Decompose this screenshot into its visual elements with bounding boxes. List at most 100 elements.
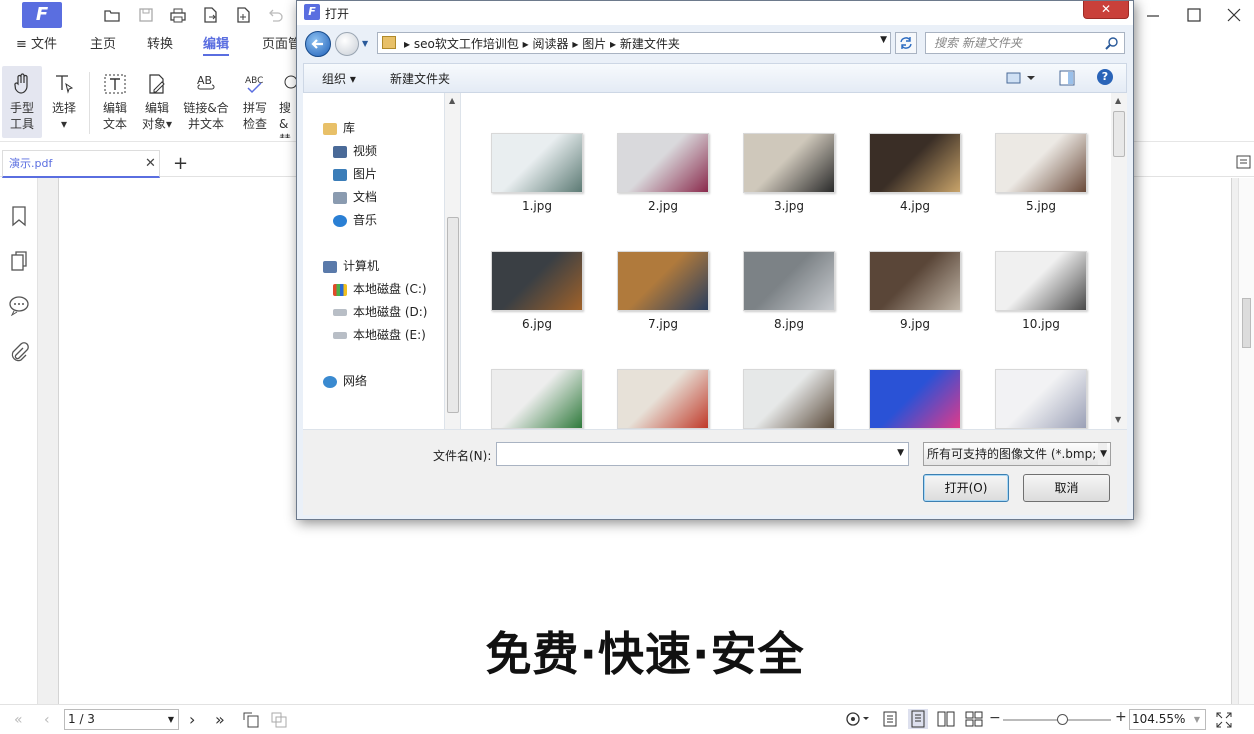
tab-convert[interactable]: 转换 xyxy=(147,36,173,56)
new-folder-button[interactable]: 新建文件夹 xyxy=(390,70,450,87)
file-item[interactable]: 10.jpg xyxy=(981,251,1101,331)
back-button[interactable] xyxy=(305,31,331,57)
organize-menu[interactable]: 组织 ▾ xyxy=(322,70,356,87)
edit-text-button[interactable]: 编辑 文本 xyxy=(97,68,133,138)
pages-icon[interactable] xyxy=(9,250,29,272)
scrollbar-thumb[interactable] xyxy=(1113,111,1125,157)
nav-item-documents[interactable]: 文档 xyxy=(333,186,377,208)
spell-check-button[interactable]: ABC 拼写 检查 xyxy=(237,68,273,138)
read-mode-icon[interactable] xyxy=(846,712,870,726)
save-icon[interactable] xyxy=(137,6,155,24)
chevron-down-icon[interactable]: ▼ xyxy=(897,448,904,458)
scroll-up-icon[interactable]: ▲ xyxy=(449,96,455,105)
scrollbar-thumb[interactable] xyxy=(447,217,459,413)
file-item[interactable]: 2.jpg xyxy=(603,133,723,213)
maximize-icon[interactable] xyxy=(1182,4,1206,26)
select-button[interactable]: 选择 ▾ xyxy=(46,68,82,138)
panel-toggle-icon[interactable] xyxy=(1236,154,1252,170)
first-page-icon[interactable]: « xyxy=(14,712,23,728)
link-merge-text-button[interactable]: AB 链接&合 并文本 xyxy=(181,68,231,138)
nav-drive-e[interactable]: 本地磁盘 (E:) xyxy=(333,324,426,346)
scrollbar-thumb[interactable] xyxy=(1242,298,1251,348)
crumb-1[interactable]: seo软文工作培训包 xyxy=(414,37,519,51)
document-tab[interactable]: 演示.pdf ✕ xyxy=(2,150,160,178)
page-number-input[interactable]: 1 / 3 ▼ xyxy=(64,709,179,730)
filename-input[interactable]: ▼ xyxy=(496,442,909,466)
tab-file[interactable]: ≡ 文件 xyxy=(16,36,57,56)
forward-button[interactable] xyxy=(335,32,359,56)
new-tab-button[interactable]: + xyxy=(173,153,188,174)
file-item[interactable]: 9.jpg xyxy=(855,251,975,331)
nav-drive-c[interactable]: 本地磁盘 (C:) xyxy=(333,278,427,300)
file-item[interactable]: 7.jpg xyxy=(603,251,723,331)
nav-drive-d[interactable]: 本地磁盘 (D:) xyxy=(333,301,427,323)
tab-edit[interactable]: 编辑 xyxy=(203,36,230,56)
nav-item-pictures[interactable]: 图片 xyxy=(333,163,377,185)
search-input[interactable]: 搜索 新建文件夹 xyxy=(925,32,1125,54)
nav-item-music[interactable]: 音乐 xyxy=(333,209,377,231)
fullscreen-icon[interactable] xyxy=(1216,712,1232,728)
file-item[interactable] xyxy=(603,369,723,429)
open-button[interactable]: 打开(O) xyxy=(923,474,1009,502)
extract-page-icon[interactable] xyxy=(271,712,287,728)
two-page-continuous-icon[interactable] xyxy=(965,711,983,727)
rotate-page-icon[interactable] xyxy=(243,712,259,728)
file-list-scrollbar[interactable]: ▲ ▼ xyxy=(1111,93,1127,429)
chevron-down-icon[interactable]: ▼ xyxy=(880,35,887,45)
search-icon[interactable] xyxy=(1105,36,1119,50)
zoom-in-icon[interactable]: + xyxy=(1115,709,1127,725)
file-item[interactable]: 1.jpg xyxy=(477,133,597,213)
comment-icon[interactable] xyxy=(8,294,30,316)
crumb-4[interactable]: 新建文件夹 xyxy=(620,37,680,51)
file-type-select[interactable]: 所有可支持的图像文件 (*.bmp; ▼ xyxy=(923,442,1111,466)
attachment-icon[interactable] xyxy=(9,341,29,363)
refresh-icon[interactable] xyxy=(895,32,917,54)
tab-home[interactable]: 主页 xyxy=(90,36,116,56)
new-icon[interactable] xyxy=(234,6,252,24)
print-icon[interactable] xyxy=(169,6,187,24)
file-item[interactable] xyxy=(855,369,975,429)
dialog-close-button[interactable]: ✕ xyxy=(1083,1,1129,19)
file-item[interactable] xyxy=(981,369,1101,429)
crumb-2[interactable]: 阅读器 xyxy=(533,37,569,51)
two-page-view-icon[interactable] xyxy=(937,711,955,727)
nav-library[interactable]: 库 xyxy=(323,117,355,139)
document-scrollbar[interactable] xyxy=(1238,178,1254,704)
crumb-3[interactable]: 图片 xyxy=(582,37,606,51)
file-item[interactable]: 4.jpg xyxy=(855,133,975,213)
undo-icon[interactable] xyxy=(266,6,284,24)
hand-tool-button[interactable]: 手型 工具 xyxy=(2,68,42,138)
address-bar[interactable]: ▸ seo软文工作培训包 ▸ 阅读器 ▸ 图片 ▸ 新建文件夹 ▼ xyxy=(377,32,891,54)
file-item[interactable]: 5.jpg xyxy=(981,133,1101,213)
view-options-icon[interactable] xyxy=(1006,71,1036,85)
scroll-up-icon[interactable]: ▲ xyxy=(1115,96,1121,105)
close-tab-icon[interactable]: ✕ xyxy=(145,151,156,177)
close-window-icon[interactable] xyxy=(1222,4,1246,26)
nav-computer[interactable]: 计算机 xyxy=(323,255,379,277)
file-item[interactable]: 3.jpg xyxy=(729,133,849,213)
continuous-view-icon[interactable] xyxy=(908,709,928,729)
file-item[interactable]: 8.jpg xyxy=(729,251,849,331)
edit-object-button[interactable]: 编辑 对象▾ xyxy=(137,68,177,138)
recent-locations-icon[interactable]: ▼ xyxy=(362,39,368,48)
zoom-out-icon[interactable]: − xyxy=(989,710,1001,726)
next-page-icon[interactable]: › xyxy=(189,710,195,729)
preview-pane-icon[interactable] xyxy=(1059,70,1075,86)
zoom-level-select[interactable]: 104.55% ▼ xyxy=(1129,709,1206,730)
help-icon[interactable]: ? xyxy=(1097,69,1113,85)
prev-page-icon[interactable]: ‹ xyxy=(44,712,50,728)
nav-item-video[interactable]: 视频 xyxy=(333,140,377,162)
search-replace-button[interactable]: 搜 &替 xyxy=(279,68,297,138)
bookmark-icon[interactable] xyxy=(9,205,29,227)
file-item[interactable] xyxy=(729,369,849,429)
open-folder-icon[interactable] xyxy=(103,6,121,24)
file-item[interactable]: 6.jpg xyxy=(477,251,597,331)
last-page-icon[interactable]: » xyxy=(215,710,225,729)
minimize-icon[interactable] xyxy=(1141,4,1165,26)
file-item[interactable] xyxy=(477,369,597,429)
scroll-down-icon[interactable]: ▼ xyxy=(1115,415,1121,424)
nav-network[interactable]: 网络 xyxy=(323,370,367,392)
single-page-view-icon[interactable] xyxy=(882,711,898,727)
address-breadcrumb[interactable]: ▸ seo软文工作培训包 ▸ 阅读器 ▸ 图片 ▸ 新建文件夹 xyxy=(404,35,680,52)
navigation-scrollbar[interactable]: ▲ xyxy=(445,93,461,429)
